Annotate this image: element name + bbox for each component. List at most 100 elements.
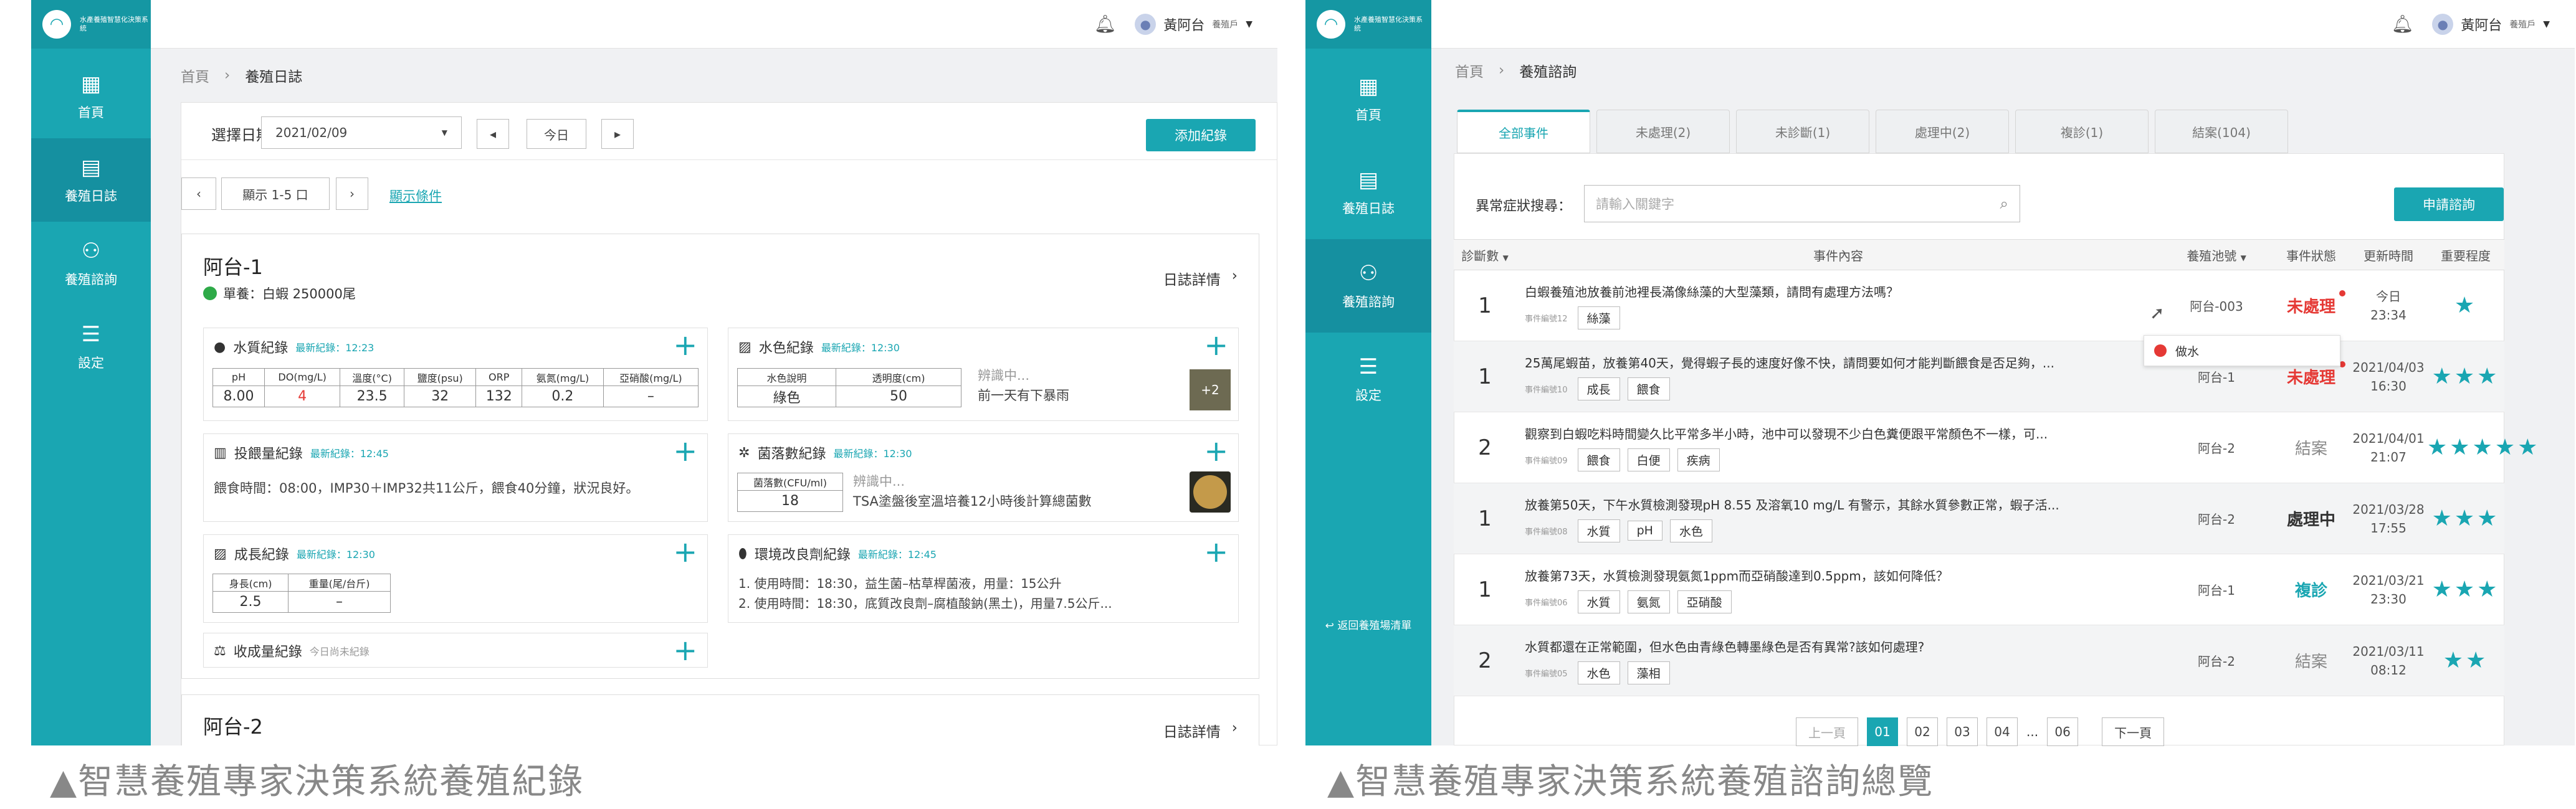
prev-day-button[interactable]: ◂: [477, 119, 509, 149]
tab-closed[interactable]: 結案(104): [2155, 110, 2288, 153]
detail-label: 日誌詳情: [1163, 724, 1221, 740]
apply-consult-button[interactable]: 申請諮詢: [2394, 187, 2504, 221]
event-title[interactable]: 白蝦養殖池放養前池裡長滿像絲藻的大型藻類，請問有處理方法嗎？: [1525, 282, 2160, 300]
petri-photo-thumbnail[interactable]: [1190, 471, 1231, 513]
event-title[interactable]: 水質都還在正常範圍，但水色由青綠色轉墨綠色是否有異常?該如何處理?: [1525, 637, 2160, 655]
nav-logbook[interactable]: ▤ 養殖日誌: [1305, 146, 1431, 239]
col-pond[interactable]: 養殖池號 ▼: [2160, 246, 2273, 264]
symptom-tag[interactable]: 氨氮: [1627, 590, 1670, 613]
unread-dot-icon: [2339, 290, 2345, 296]
event-title[interactable]: 觀察到白蝦吃料時間變久比平常多半小時，池中可以發現不少白色糞便跟平常顏色不一樣，…: [1525, 424, 2160, 442]
chevron-down-icon: ▼: [441, 128, 447, 137]
page-next-button[interactable]: ›: [336, 177, 368, 210]
app-logo: ◠ 水產養殖智慧化決策系統: [31, 0, 151, 49]
nav-home[interactable]: ▦ 首頁: [31, 55, 151, 138]
table-row[interactable]: 1 放養第50天，下午水質檢測發現pH 8.55 及溶氧10 mg/L 有警示，…: [1454, 483, 2504, 554]
update-date: 2021/04/01: [2352, 430, 2425, 446]
diagnosis-count: 2: [1478, 648, 1492, 673]
nav-settings[interactable]: ☰ 設定: [1305, 333, 1431, 426]
logo-icon: ◠: [1317, 10, 1345, 39]
chevron-right-icon: ›: [224, 67, 231, 83]
search-input[interactable]: 請輸入關鍵字 ⌕: [1584, 185, 2020, 222]
add-icon[interactable]: +: [1204, 437, 1228, 465]
back-to-farms-link[interactable]: ↩ 返回養殖場清單: [1305, 617, 1431, 632]
petri-dish-image: [1193, 475, 1227, 509]
table-row[interactable]: 2 水質都還在正常範圍，但水色由青綠色轉墨綠色是否有異常?該如何處理? 事件編號0…: [1454, 625, 2504, 696]
page-button[interactable]: 02: [1907, 717, 1938, 746]
add-icon[interactable]: +: [1204, 537, 1228, 566]
nav-consult[interactable]: ⚇ 養殖諮詢: [31, 222, 151, 305]
priority-stars: ★★★★★: [2427, 435, 2540, 460]
nav-home[interactable]: ▦ 首頁: [1305, 52, 1431, 146]
nav-settings[interactable]: ☰ 設定: [31, 305, 151, 389]
page-button[interactable]: 01: [1867, 717, 1898, 746]
table-row[interactable]: 1 25萬尾蝦苗，放養第40天，覺得蝦子長的速度好像不快，請問要如何才能判斷餵食…: [1454, 341, 2504, 412]
breadcrumb-home[interactable]: 首頁: [1455, 60, 1484, 81]
event-content: 水質都還在正常範圍，但水色由青綠色轉墨綠色是否有異常?該如何處理? 事件編號05 水…: [1516, 637, 2160, 684]
page-prev-button[interactable]: ‹: [181, 177, 216, 210]
event-number: 事件編號05: [1525, 669, 1568, 679]
ruler-icon: ▨: [214, 546, 227, 562]
filter-link[interactable]: 顯示條件: [389, 186, 442, 205]
page-button[interactable]: 03: [1947, 717, 1978, 746]
event-title[interactable]: 放養第50天，下午水質檢測發現pH 8.55 及溶氧10 mg/L 有警示，其餘…: [1525, 495, 2160, 513]
symptom-tag[interactable]: 水色: [1669, 519, 1712, 542]
tab-undiagnosed[interactable]: 未診斷(1): [1736, 110, 1869, 153]
tab-unprocessed[interactable]: 未處理(2): [1596, 110, 1730, 153]
add-icon[interactable]: +: [1204, 331, 1228, 359]
page-button[interactable]: 04: [1987, 717, 2018, 746]
tab-revisit[interactable]: 複診(1): [2015, 110, 2149, 153]
pond-species: 單養：白蝦 250000尾: [223, 286, 356, 301]
event-number: 事件編號06: [1525, 598, 1568, 608]
pagination: 上一頁 01 02 03 04 ... 06 下一頁: [1796, 717, 2165, 746]
event-title[interactable]: 25萬尾蝦苗，放養第40天，覺得蝦子長的速度好像不快，請問要如何才能判斷餵食是否…: [1525, 353, 2160, 371]
page-button[interactable]: 06: [2047, 717, 2079, 746]
add-icon[interactable]: +: [673, 331, 697, 359]
add-icon[interactable]: +: [673, 437, 697, 465]
nav-logbook[interactable]: ▤ 養殖日誌: [31, 138, 151, 222]
bell-icon[interactable]: 🔔︎: [1094, 14, 1117, 34]
breadcrumb-home[interactable]: 首頁: [181, 65, 209, 86]
priority-cell: ★★★: [2427, 506, 2504, 531]
next-page-button[interactable]: 下一頁: [2102, 717, 2165, 746]
bell-icon[interactable]: 🔔︎: [2392, 14, 2414, 34]
date-picker[interactable]: 2021/02/09 ▼: [261, 116, 462, 149]
pond-name: 阿台-1: [203, 255, 263, 279]
page-size-select[interactable]: 顯示 1-5 口: [221, 177, 330, 210]
log-detail-link[interactable]: 日誌詳情 ›: [1163, 720, 1238, 741]
table-row[interactable]: 2 觀察到白蝦吃料時間變久比平常多半小時，池中可以發現不少白色糞便跟平常顏色不一…: [1454, 412, 2537, 483]
user-menu[interactable]: ● 黃阿台 養殖戶 ▼: [1135, 13, 1252, 35]
symptom-tag[interactable]: 藻相: [1627, 661, 1670, 684]
symptom-tag[interactable]: 水質: [1577, 590, 1620, 613]
table-row[interactable]: 1 放養第73天，水質檢測發現氨氮1ppm而亞硝酸達到0.5ppm，該如何降低？…: [1454, 554, 2504, 625]
today-button[interactable]: 今日: [527, 119, 586, 149]
symptom-tag[interactable]: 水色: [1577, 661, 1620, 684]
add-icon[interactable]: +: [673, 636, 697, 665]
symptom-tag[interactable]: 水質: [1577, 519, 1620, 542]
nav-consult[interactable]: ⚇ 養殖諮詢: [1305, 239, 1431, 333]
next-day-button[interactable]: ▸: [601, 119, 634, 149]
symptom-tag[interactable]: 白便: [1627, 448, 1670, 471]
add-record-button[interactable]: 添加紀錄: [1146, 119, 1256, 151]
symptom-tag[interactable]: 餵食: [1627, 377, 1670, 400]
event-title[interactable]: 放養第73天，水質檢測發現氨氮1ppm而亞硝酸達到0.5ppm，該如何降低？: [1525, 566, 2160, 584]
tab-processing[interactable]: 處理中(2): [1876, 110, 2009, 153]
symptom-tag[interactable]: 餵食: [1577, 448, 1620, 471]
col-count[interactable]: 診斷數 ▼: [1454, 246, 1516, 264]
add-icon[interactable]: +: [673, 537, 697, 566]
symptom-tag[interactable]: 成長: [1577, 377, 1620, 400]
symptom-tag[interactable]: 疾病: [1677, 448, 1720, 471]
col-header: pH: [212, 368, 265, 386]
section-title: 投餵量紀錄: [234, 447, 303, 462]
section-title: 菌落數紀錄: [757, 447, 826, 462]
symptom-tag[interactable]: 亞硝酸: [1677, 590, 1732, 613]
user-menu[interactable]: ● 黃阿台 養殖戶 ▼: [2432, 13, 2550, 35]
photo-thumbnail[interactable]: +2: [1190, 369, 1231, 410]
search-icon[interactable]: ⌕: [2000, 195, 2008, 212]
table-row[interactable]: 1 白蝦養殖池放養前池裡長滿像絲藻的大型藻類，請問有處理方法嗎？ 事件編號12 絲藻…: [1454, 270, 2504, 341]
symptom-tag[interactable]: pH: [1627, 521, 1662, 541]
log-detail-link[interactable]: 日誌詳情 ›: [1163, 268, 1238, 289]
symptom-tag[interactable]: 絲藻: [1577, 306, 1620, 329]
prev-page-button[interactable]: 上一頁: [1796, 717, 1858, 746]
tab-all[interactable]: 全部事件: [1457, 110, 1590, 153]
